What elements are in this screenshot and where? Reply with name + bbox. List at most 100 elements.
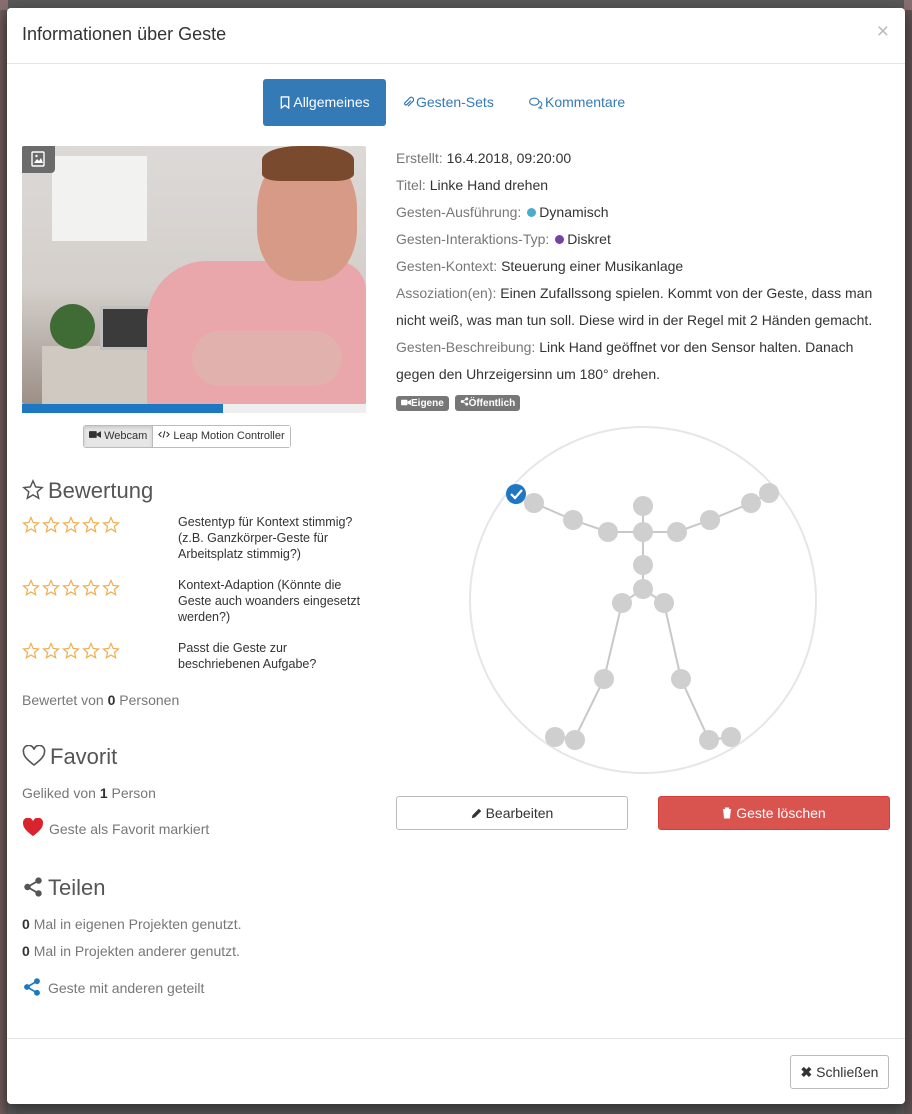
bookmark-icon [280, 96, 290, 110]
joint[interactable] [612, 593, 632, 613]
snapshot-button[interactable] [22, 146, 55, 173]
source-toggle: Webcam Leap Motion Controller [83, 425, 291, 448]
star-outline-icon [22, 479, 44, 500]
tag-list: Eigene Öffentlich [396, 395, 523, 411]
star-icon[interactable] [102, 516, 120, 534]
joint[interactable] [671, 669, 691, 689]
tab-label: Allgemeines [293, 94, 370, 110]
joint[interactable] [594, 669, 614, 689]
liked-suffix: Person [111, 785, 156, 801]
rated-by-text: Bewertet von 0 Personen [22, 692, 179, 708]
context-row: Gesten-Kontext: Steuerung einer Musikanl… [396, 253, 896, 280]
joint[interactable] [633, 522, 653, 542]
rating-question: Gestentyp für Kontext stimmig? (z.B. Gan… [178, 515, 353, 561]
check-circle-icon [506, 484, 526, 504]
share-heading: Teilen [22, 875, 105, 901]
tag-own: Eigene [396, 396, 449, 411]
tab-bar: Allgemeines Gesten-Sets Kommentare [7, 79, 905, 126]
joint[interactable] [700, 510, 720, 530]
liked-count: 1 [99, 785, 108, 801]
star-icon[interactable] [82, 579, 100, 597]
joint[interactable] [667, 522, 687, 542]
delete-button[interactable]: Geste löschen [658, 796, 890, 830]
edit-button[interactable]: Bearbeiten [396, 796, 628, 830]
joint[interactable] [565, 730, 585, 750]
video-frame [262, 146, 354, 181]
star-icon[interactable] [82, 516, 100, 534]
tag-label: Eigene [411, 398, 444, 409]
skeleton-circle [469, 426, 817, 774]
joint[interactable] [699, 730, 719, 750]
close-icon[interactable]: × [877, 20, 889, 44]
tab-comments[interactable]: Kommentare [529, 79, 639, 126]
star-rating[interactable] [22, 516, 122, 539]
delete-label: Geste löschen [736, 805, 826, 821]
joint[interactable] [563, 510, 583, 530]
webcam-label: Webcam [104, 430, 148, 442]
video-progress[interactable] [22, 404, 366, 413]
star-icon[interactable] [82, 642, 100, 660]
star-icon[interactable] [42, 642, 60, 660]
star-rating[interactable] [22, 579, 122, 602]
modal-title: Informationen über Geste [22, 24, 227, 44]
rated-prefix: Bewertet von [22, 692, 104, 708]
star-icon[interactable] [102, 579, 120, 597]
star-icon[interactable] [42, 516, 60, 534]
joint[interactable] [759, 483, 779, 503]
title-value: Linke Hand drehen [429, 177, 549, 193]
joint[interactable] [741, 493, 761, 513]
star-icon[interactable] [42, 579, 60, 597]
joint[interactable] [721, 727, 741, 747]
interaction-row: Gesten-Interaktions-Typ: Diskret [396, 226, 896, 253]
interaction-label: Gesten-Interaktions-Typ: [396, 231, 550, 247]
joint[interactable] [545, 727, 565, 747]
joint[interactable] [598, 522, 618, 542]
rating-question: Kontext-Adaption (Könnte die Geste auch … [178, 578, 361, 624]
comments-icon [529, 97, 543, 110]
star-icon[interactable] [62, 579, 80, 597]
tab-gesture-sets[interactable]: Gesten-Sets [402, 79, 502, 126]
joint[interactable] [524, 493, 544, 513]
joint[interactable] [633, 579, 653, 599]
background-thumbnail [904, 0, 912, 10]
favorite-title: Favorit [50, 744, 118, 769]
video-progress-fill [22, 404, 224, 413]
leap-motion-button[interactable]: Leap Motion Controller [153, 426, 290, 447]
tag-label: Öffentlich [468, 398, 516, 409]
star-icon[interactable] [22, 579, 40, 597]
own-count: 0 [22, 916, 30, 932]
star-icon[interactable] [22, 516, 40, 534]
created-row: Erstellt: 16.4.2018, 09:20:00 [396, 145, 896, 172]
created-label: Erstellt: [396, 150, 443, 166]
webcam-button[interactable]: Webcam [84, 426, 154, 447]
body-skeleton[interactable] [469, 426, 819, 776]
joint[interactable] [654, 593, 674, 613]
execution-row: Gesten-Ausführung: Dynamisch [396, 199, 896, 226]
star-icon[interactable] [62, 516, 80, 534]
shared-label: Geste mit anderen geteilt [48, 980, 205, 996]
star-icon[interactable] [62, 642, 80, 660]
gesture-video[interactable] [22, 146, 366, 404]
video-frame [52, 156, 147, 241]
interaction-dot-icon [555, 235, 565, 244]
execution-value: Dynamisch [539, 204, 609, 220]
share-icon [24, 877, 42, 897]
joint[interactable] [633, 496, 653, 516]
tab-general[interactable]: Allgemeines [263, 79, 386, 126]
shared-toggle[interactable]: Geste mit anderen geteilt [22, 977, 204, 997]
joint[interactable] [633, 555, 653, 575]
star-icon[interactable] [22, 642, 40, 660]
association-label: Assoziation(en): [396, 285, 497, 301]
close-button[interactable]: ✖ Schließen [790, 1055, 889, 1089]
rating-title: Bewertung [48, 478, 154, 503]
rating-question: Passt die Geste zur beschriebenen Aufgab… [178, 641, 317, 671]
favorite-toggle[interactable]: Geste als Favorit markiert [22, 817, 209, 837]
title-row: Titel: Linke Hand drehen [396, 172, 896, 199]
close-x-icon: ✖ [800, 1064, 813, 1080]
star-icon[interactable] [102, 642, 120, 660]
other-projects-text: 0 Mal in Projekten anderer genutzt. [22, 943, 240, 959]
video-frame [50, 304, 95, 349]
heart-outline-icon [22, 744, 46, 767]
star-rating[interactable] [22, 642, 122, 665]
modal-header: Informationen über Geste × [7, 8, 905, 64]
